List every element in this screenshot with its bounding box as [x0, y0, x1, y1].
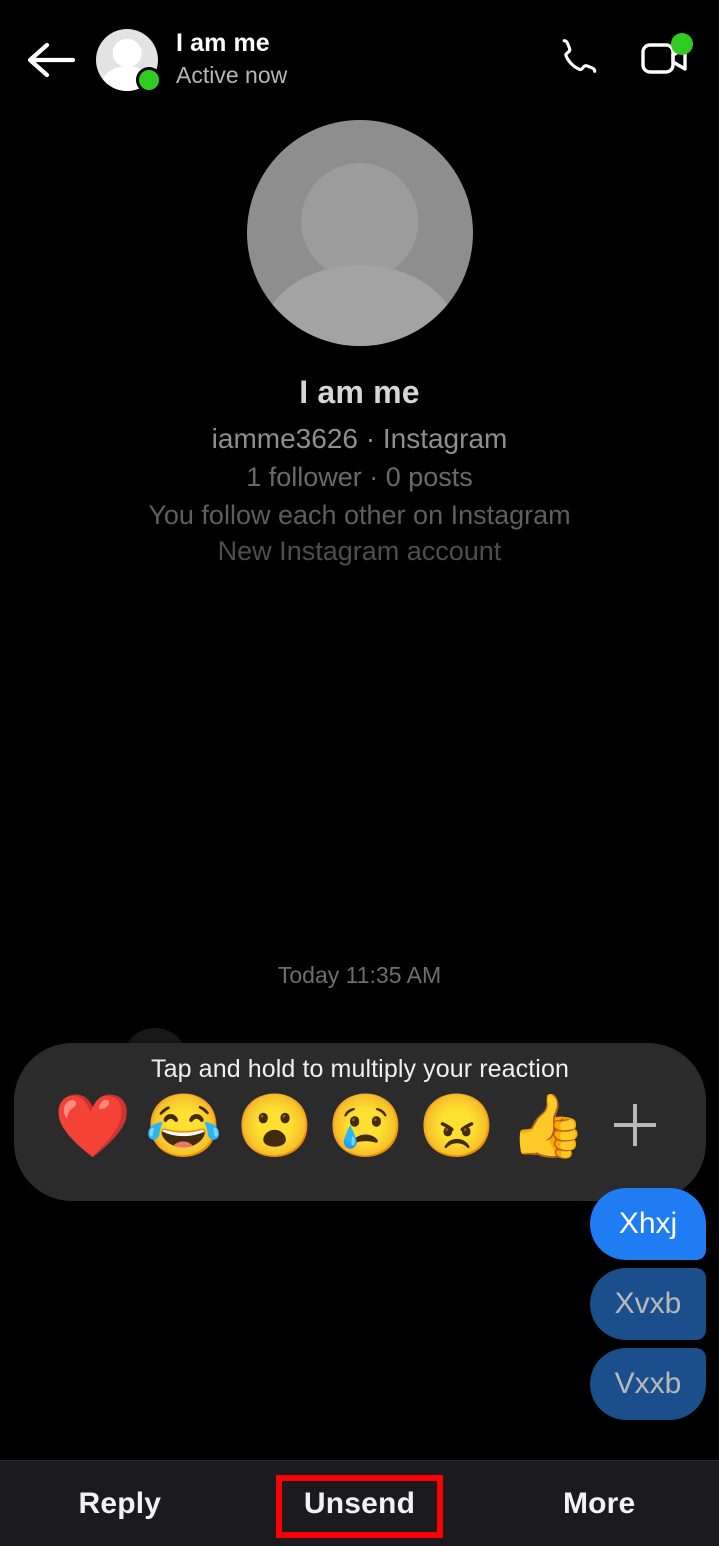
arrow-left-icon	[25, 42, 77, 78]
angry-reaction[interactable]: 😠	[418, 1088, 496, 1166]
back-button[interactable]	[22, 31, 80, 89]
avatar-body	[262, 264, 457, 346]
video-call-button[interactable]	[639, 33, 693, 86]
message-text: Vxxb	[614, 1367, 682, 1400]
profile-summary: I am me iamme3626 · Instagram 1 follower…	[0, 120, 719, 567]
unsend-label: Unsend	[303, 1486, 416, 1520]
message-bubble[interactable]: Xvxb	[590, 1268, 706, 1340]
header-text-block[interactable]: I am me Active now	[176, 29, 549, 92]
plus-icon	[604, 1094, 666, 1161]
avatar-head	[300, 162, 419, 281]
reaction-hint-text: Tap and hold to multiply your reaction	[151, 1055, 569, 1083]
profile-stats: 1 follower · 0 posts	[246, 462, 473, 492]
reaction-picker: Tap and hold to multiply your reaction ❤…	[14, 1043, 706, 1201]
message-bubble-selected[interactable]: Xhxj	[590, 1188, 706, 1260]
phone-icon	[551, 34, 599, 87]
online-dot	[671, 33, 693, 55]
unsend-button[interactable]: Unsend	[240, 1461, 480, 1546]
profile-relationship: You follow each other on Instagram	[148, 500, 571, 530]
header-actions	[549, 33, 697, 86]
message-text: Xhxj	[618, 1207, 678, 1240]
conversation-timestamp: Today 11:35 AM	[277, 962, 442, 988]
sad-reaction[interactable]: 😢	[327, 1088, 405, 1166]
add-reaction-button[interactable]	[600, 1092, 670, 1162]
contact-status: Active now	[176, 61, 288, 88]
laughing-reaction[interactable]: 😂	[145, 1088, 223, 1166]
reply-label: Reply	[78, 1486, 162, 1520]
message-action-bar: Reply Unsend More	[0, 1460, 719, 1546]
profile-handle: iamme3626 · Instagram	[211, 423, 508, 454]
more-label: More	[562, 1486, 636, 1520]
default-person-avatar-large[interactable]	[246, 120, 473, 346]
header-avatar[interactable]	[96, 29, 162, 93]
wow-reaction[interactable]: 😮	[236, 1088, 314, 1166]
reply-button[interactable]: Reply	[0, 1461, 240, 1546]
conversation-header: I am me Active now	[0, 0, 719, 120]
message-text: Xvxb	[614, 1287, 682, 1320]
reaction-list: ❤️ 😂 😮 😢 😠 👍	[14, 1088, 706, 1166]
like-reaction[interactable]: 👍	[509, 1088, 587, 1166]
audio-call-button[interactable]	[549, 34, 601, 86]
profile-name: I am me	[299, 374, 420, 410]
message-bubble[interactable]: Vxxb	[590, 1348, 706, 1420]
direct-message-screen: I am me Active now I am me iamme3626 · I…	[0, 0, 719, 1546]
profile-note: New Instagram account	[217, 536, 502, 566]
online-dot	[136, 67, 162, 93]
contact-name: I am me	[176, 28, 270, 57]
avatar-head	[112, 38, 142, 68]
more-button[interactable]: More	[479, 1461, 719, 1546]
heart-reaction[interactable]: ❤️	[54, 1088, 132, 1166]
